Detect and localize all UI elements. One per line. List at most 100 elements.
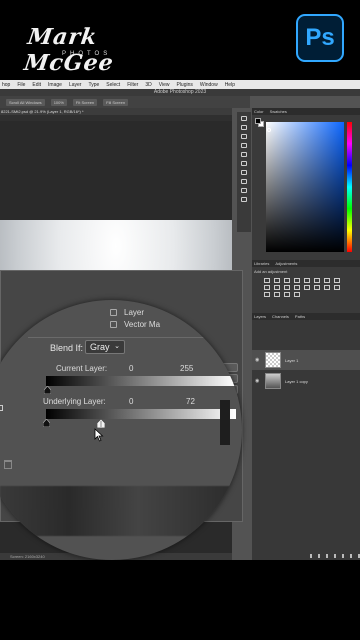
adjustment-icon[interactable] xyxy=(284,292,290,297)
blend-if-select[interactable]: Gray ⌄ xyxy=(85,340,125,354)
current-layer-label: Current Layer: xyxy=(56,364,108,373)
brand-title: Mark McGee xyxy=(22,24,116,76)
layers-panel: Layers Channels Paths ◉ Layer 1 ◉ Layer … xyxy=(252,313,360,560)
right-panels: Color Swatches Libraries Adjustments Add… xyxy=(252,108,360,560)
document-tab[interactable]: 8221-SMt2.psd @ 21.9% (Layer 1, RGB/16*)… xyxy=(0,108,232,115)
current-layer-max: 255 xyxy=(180,364,194,373)
layer-checkbox-label: Layer xyxy=(124,308,145,317)
mask-icon[interactable] xyxy=(326,554,328,558)
adjustment-icon[interactable] xyxy=(274,278,280,283)
menu-item[interactable]: Edit xyxy=(32,82,41,88)
layers-panel-tabs: Layers Channels Paths xyxy=(252,313,360,320)
menu-item[interactable]: Help xyxy=(225,82,235,88)
color-picker-field[interactable] xyxy=(266,122,344,252)
adjustment-icon[interactable] xyxy=(334,285,340,290)
tool-icon[interactable] xyxy=(241,179,247,184)
menu-item[interactable]: Plugins xyxy=(176,82,192,88)
adjustment-icon[interactable] xyxy=(334,278,340,283)
eye-icon[interactable]: ◉ xyxy=(255,378,261,384)
layer-row[interactable]: ◉ Layer 1 copy xyxy=(252,371,360,391)
layer-row[interactable]: ◉ Layer 1 xyxy=(252,350,360,370)
menu-item[interactable]: Filter xyxy=(127,82,138,88)
tool-icon[interactable] xyxy=(241,170,247,175)
panel-edge xyxy=(220,400,230,445)
vector-mask-checkbox[interactable] xyxy=(110,321,117,328)
option-fit-screen[interactable]: Fit Screen xyxy=(72,98,98,106)
blend-if-label: Blend If: xyxy=(50,343,84,353)
adjustment-icon[interactable] xyxy=(264,278,270,283)
layer-thumbnail xyxy=(265,373,281,389)
tool-icon[interactable] xyxy=(241,152,247,157)
foreground-swatch[interactable] xyxy=(255,118,261,124)
tab-channels[interactable]: Channels xyxy=(272,313,289,320)
hue-slider[interactable] xyxy=(347,122,352,252)
adjustment-icon[interactable] xyxy=(304,278,310,283)
link-icon[interactable] xyxy=(310,554,312,558)
underlying-layer-white-handle[interactable] xyxy=(97,419,105,428)
underlying-layer-min: 0 xyxy=(129,397,134,406)
adjustment-icon[interactable] xyxy=(274,285,280,290)
brand-subtitle: PHOTOS xyxy=(62,51,112,57)
tab-color[interactable]: Color xyxy=(254,108,264,115)
current-layer-gradient[interactable] xyxy=(46,376,236,386)
tab-adjustments[interactable]: Adjustments xyxy=(275,260,297,267)
menu-item[interactable]: 3D xyxy=(145,82,151,88)
adjustment-icon[interactable] xyxy=(264,292,270,297)
adjustment-icon[interactable] xyxy=(294,285,300,290)
tab-layers[interactable]: Layers xyxy=(254,313,266,320)
menu-item[interactable]: Select xyxy=(106,82,120,88)
adjustment-layer-icon[interactable] xyxy=(334,554,336,558)
underlying-layer-max: 72 xyxy=(186,397,195,406)
adjustment-icon[interactable] xyxy=(304,285,310,290)
photoshop-logo-icon: Ps xyxy=(296,14,344,62)
tab-libraries[interactable]: Libraries xyxy=(254,260,269,267)
underlying-layer-gradient[interactable] xyxy=(46,409,236,419)
eye-icon[interactable]: ◉ xyxy=(255,357,261,363)
tab-swatches[interactable]: Swatches xyxy=(270,108,287,115)
adjustment-icon[interactable] xyxy=(284,278,290,283)
fx-icon[interactable] xyxy=(318,554,320,558)
tool-icon[interactable] xyxy=(241,134,247,139)
adjustment-icon[interactable] xyxy=(324,285,330,290)
tool-icon[interactable] xyxy=(241,143,247,148)
layer-checkbox[interactable] xyxy=(110,309,117,316)
trash-icon[interactable] xyxy=(4,460,12,469)
photoshop-logo-text: Ps xyxy=(305,24,335,51)
adjustment-icon[interactable] xyxy=(314,285,320,290)
folder-icon[interactable] xyxy=(342,554,344,558)
tool-icon[interactable] xyxy=(241,188,247,193)
tool-icon[interactable] xyxy=(241,197,247,202)
adjustment-icon[interactable] xyxy=(294,278,300,283)
menu-item[interactable]: hop xyxy=(2,82,10,88)
option-fill-screen[interactable]: Fill Screen xyxy=(103,98,129,106)
tool-icon[interactable] xyxy=(241,125,247,130)
menu-item[interactable]: Layer xyxy=(69,82,82,88)
layer-name: Layer 1 xyxy=(285,357,299,363)
adjustment-icon[interactable] xyxy=(314,278,320,283)
adjustment-icon[interactable] xyxy=(284,285,290,290)
tool-icon[interactable] xyxy=(241,161,247,166)
menu-item[interactable]: Window xyxy=(200,82,218,88)
zoom-magnifier: Layer Vector Ma Blend If: Gray ⌄ Current… xyxy=(0,300,242,560)
picker-cursor[interactable] xyxy=(267,128,271,132)
current-layer-black-handle[interactable] xyxy=(44,386,51,394)
current-layer-min: 0 xyxy=(129,364,134,373)
tab-paths[interactable]: Paths xyxy=(295,313,305,320)
adjustment-icon[interactable] xyxy=(274,292,280,297)
new-layer-icon[interactable] xyxy=(350,554,352,558)
option-scroll-all[interactable]: Scroll All Windows xyxy=(6,98,45,106)
menu-item[interactable]: Image xyxy=(48,82,62,88)
layer-name: Layer 1 copy xyxy=(285,378,308,384)
menu-item[interactable]: View xyxy=(159,82,170,88)
underlying-layer-black-handle[interactable] xyxy=(43,419,50,427)
vector-mask-label: Vector Ma xyxy=(124,320,161,329)
tool-icon[interactable] xyxy=(241,116,247,121)
adjustment-icon[interactable] xyxy=(324,278,330,283)
menu-item[interactable]: Type xyxy=(88,82,99,88)
option-100[interactable]: 100% xyxy=(50,98,67,106)
options-bar: Scroll All Windows 100% Fit Screen Fill … xyxy=(0,96,250,108)
menu-item[interactable]: File xyxy=(17,82,25,88)
adjustment-icon[interactable] xyxy=(294,292,300,297)
magnifier-content: Layer Vector Ma Blend If: Gray ⌄ Current… xyxy=(0,300,242,560)
adjustment-icon[interactable] xyxy=(264,285,270,290)
